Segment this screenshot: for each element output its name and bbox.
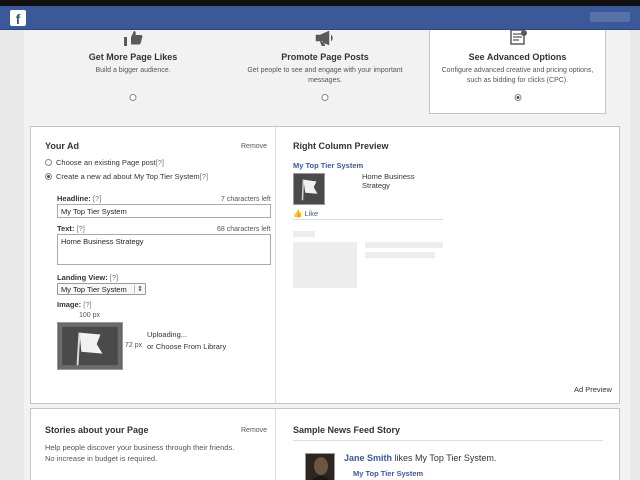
option-existing-post-label[interactable]: Choose an existing Page post[?] xyxy=(56,158,164,167)
image-label: Image: [?] xyxy=(57,300,92,309)
objective-radio[interactable] xyxy=(129,94,137,101)
objective-selector: Get More Page Likes Build a bigger audie… xyxy=(24,29,630,122)
radio-new-ad[interactable] xyxy=(45,173,52,180)
objective-promote-posts[interactable]: Promote Page Posts Get people to see and… xyxy=(236,30,414,114)
text-input[interactable]: Home Business Strategy xyxy=(57,234,271,265)
facebook-logo[interactable]: f xyxy=(10,10,26,27)
image-height-label: 72 px xyxy=(125,342,143,349)
ad-preview-link[interactable]: Ad Preview xyxy=(574,385,612,394)
text-label: Text: [?] xyxy=(57,224,85,233)
uploading-status: Uploading... xyxy=(147,330,188,339)
preview-ad-image xyxy=(293,173,325,205)
preview-placeholder-line xyxy=(365,242,443,248)
landing-view-value: My Top Tier System xyxy=(61,285,127,294)
choose-from-library-link[interactable]: or Choose From Library xyxy=(147,342,226,351)
sample-page-name[interactable]: My Top Tier System xyxy=(353,469,423,478)
jane-smith-avatar[interactable] xyxy=(305,453,335,480)
objective-desc: Configure advanced creative and pricing … xyxy=(441,67,594,84)
objective-page-likes[interactable]: Get More Page Likes Build a bigger audie… xyxy=(44,30,222,114)
preview-separator xyxy=(293,219,443,220)
objective-title: Get More Page Likes xyxy=(88,52,178,62)
objective-desc: Build a bigger audience. xyxy=(95,67,171,74)
image-width-label: 100 px xyxy=(79,312,101,319)
text-char-count: 68 characters left xyxy=(217,226,271,233)
objective-radio[interactable] xyxy=(321,94,329,101)
landing-view-label: Landing View: [?] xyxy=(57,273,119,282)
preview-placeholder-image xyxy=(293,242,357,288)
ad-image-thumbnail xyxy=(57,322,123,370)
flag-image-icon xyxy=(294,174,324,204)
panel-divider xyxy=(275,409,276,480)
flag-image-icon xyxy=(58,323,122,369)
panel-divider xyxy=(275,127,276,403)
preview-placeholder-title xyxy=(293,231,315,237)
preview-like-button[interactable]: 👍 Like xyxy=(293,209,318,218)
objective-title: See Advanced Options xyxy=(468,52,567,62)
megaphone-icon xyxy=(314,30,336,47)
thumbs-up-icon: 👍 xyxy=(293,209,303,218)
preview-ad-title[interactable]: My Top Tier System xyxy=(293,161,363,170)
sample-separator xyxy=(293,440,603,441)
headline-input[interactable]: My Top Tier System xyxy=(57,204,271,218)
ad-create-page: Get More Page Likes Build a bigger audie… xyxy=(24,29,630,480)
headline-char-count: 7 characters left xyxy=(221,196,271,203)
preview-placeholder-line xyxy=(365,252,435,258)
sample-user-name[interactable]: Jane Smith xyxy=(344,453,392,463)
your-ad-panel: Your Ad Remove Choose an existing Page p… xyxy=(30,126,620,404)
objective-advanced-options[interactable]: See Advanced Options Configure advanced … xyxy=(429,29,606,114)
stories-panel: Stories about your Page Remove Help peop… xyxy=(30,408,620,480)
right-column-preview-title: Right Column Preview xyxy=(293,141,389,151)
remove-stories-link[interactable]: Remove xyxy=(241,427,267,434)
thumbs-up-icon xyxy=(122,30,144,46)
objective-radio[interactable] xyxy=(514,94,521,101)
stories-description: Help people discover your business throu… xyxy=(45,443,235,463)
user-menu[interactable] xyxy=(590,12,630,22)
remove-ad-link[interactable]: Remove xyxy=(241,143,267,150)
objective-desc: Get people to see and engage with your i… xyxy=(247,67,403,84)
landing-view-select[interactable]: My Top Tier System ⇕ xyxy=(57,283,146,295)
gear-list-icon xyxy=(507,29,529,46)
stories-title: Stories about your Page xyxy=(45,425,149,435)
select-arrow-icon: ⇕ xyxy=(134,285,143,293)
preview-ad-text: Home Business Strategy xyxy=(362,172,415,190)
your-ad-title: Your Ad xyxy=(45,141,79,151)
facebook-top-bar: f xyxy=(0,6,640,30)
sample-news-feed-title: Sample News Feed Story xyxy=(293,425,401,435)
option-new-ad-label[interactable]: Create a new ad about My Top Tier System… xyxy=(56,172,208,181)
sample-likes-text: likes My Top Tier System. xyxy=(394,453,497,463)
radio-existing-post[interactable] xyxy=(45,159,52,166)
objective-title: Promote Page Posts xyxy=(281,52,369,62)
headline-label: Headline: [?] xyxy=(57,194,102,203)
sample-story-text: Jane Smith likes My Top Tier System. xyxy=(344,453,496,463)
